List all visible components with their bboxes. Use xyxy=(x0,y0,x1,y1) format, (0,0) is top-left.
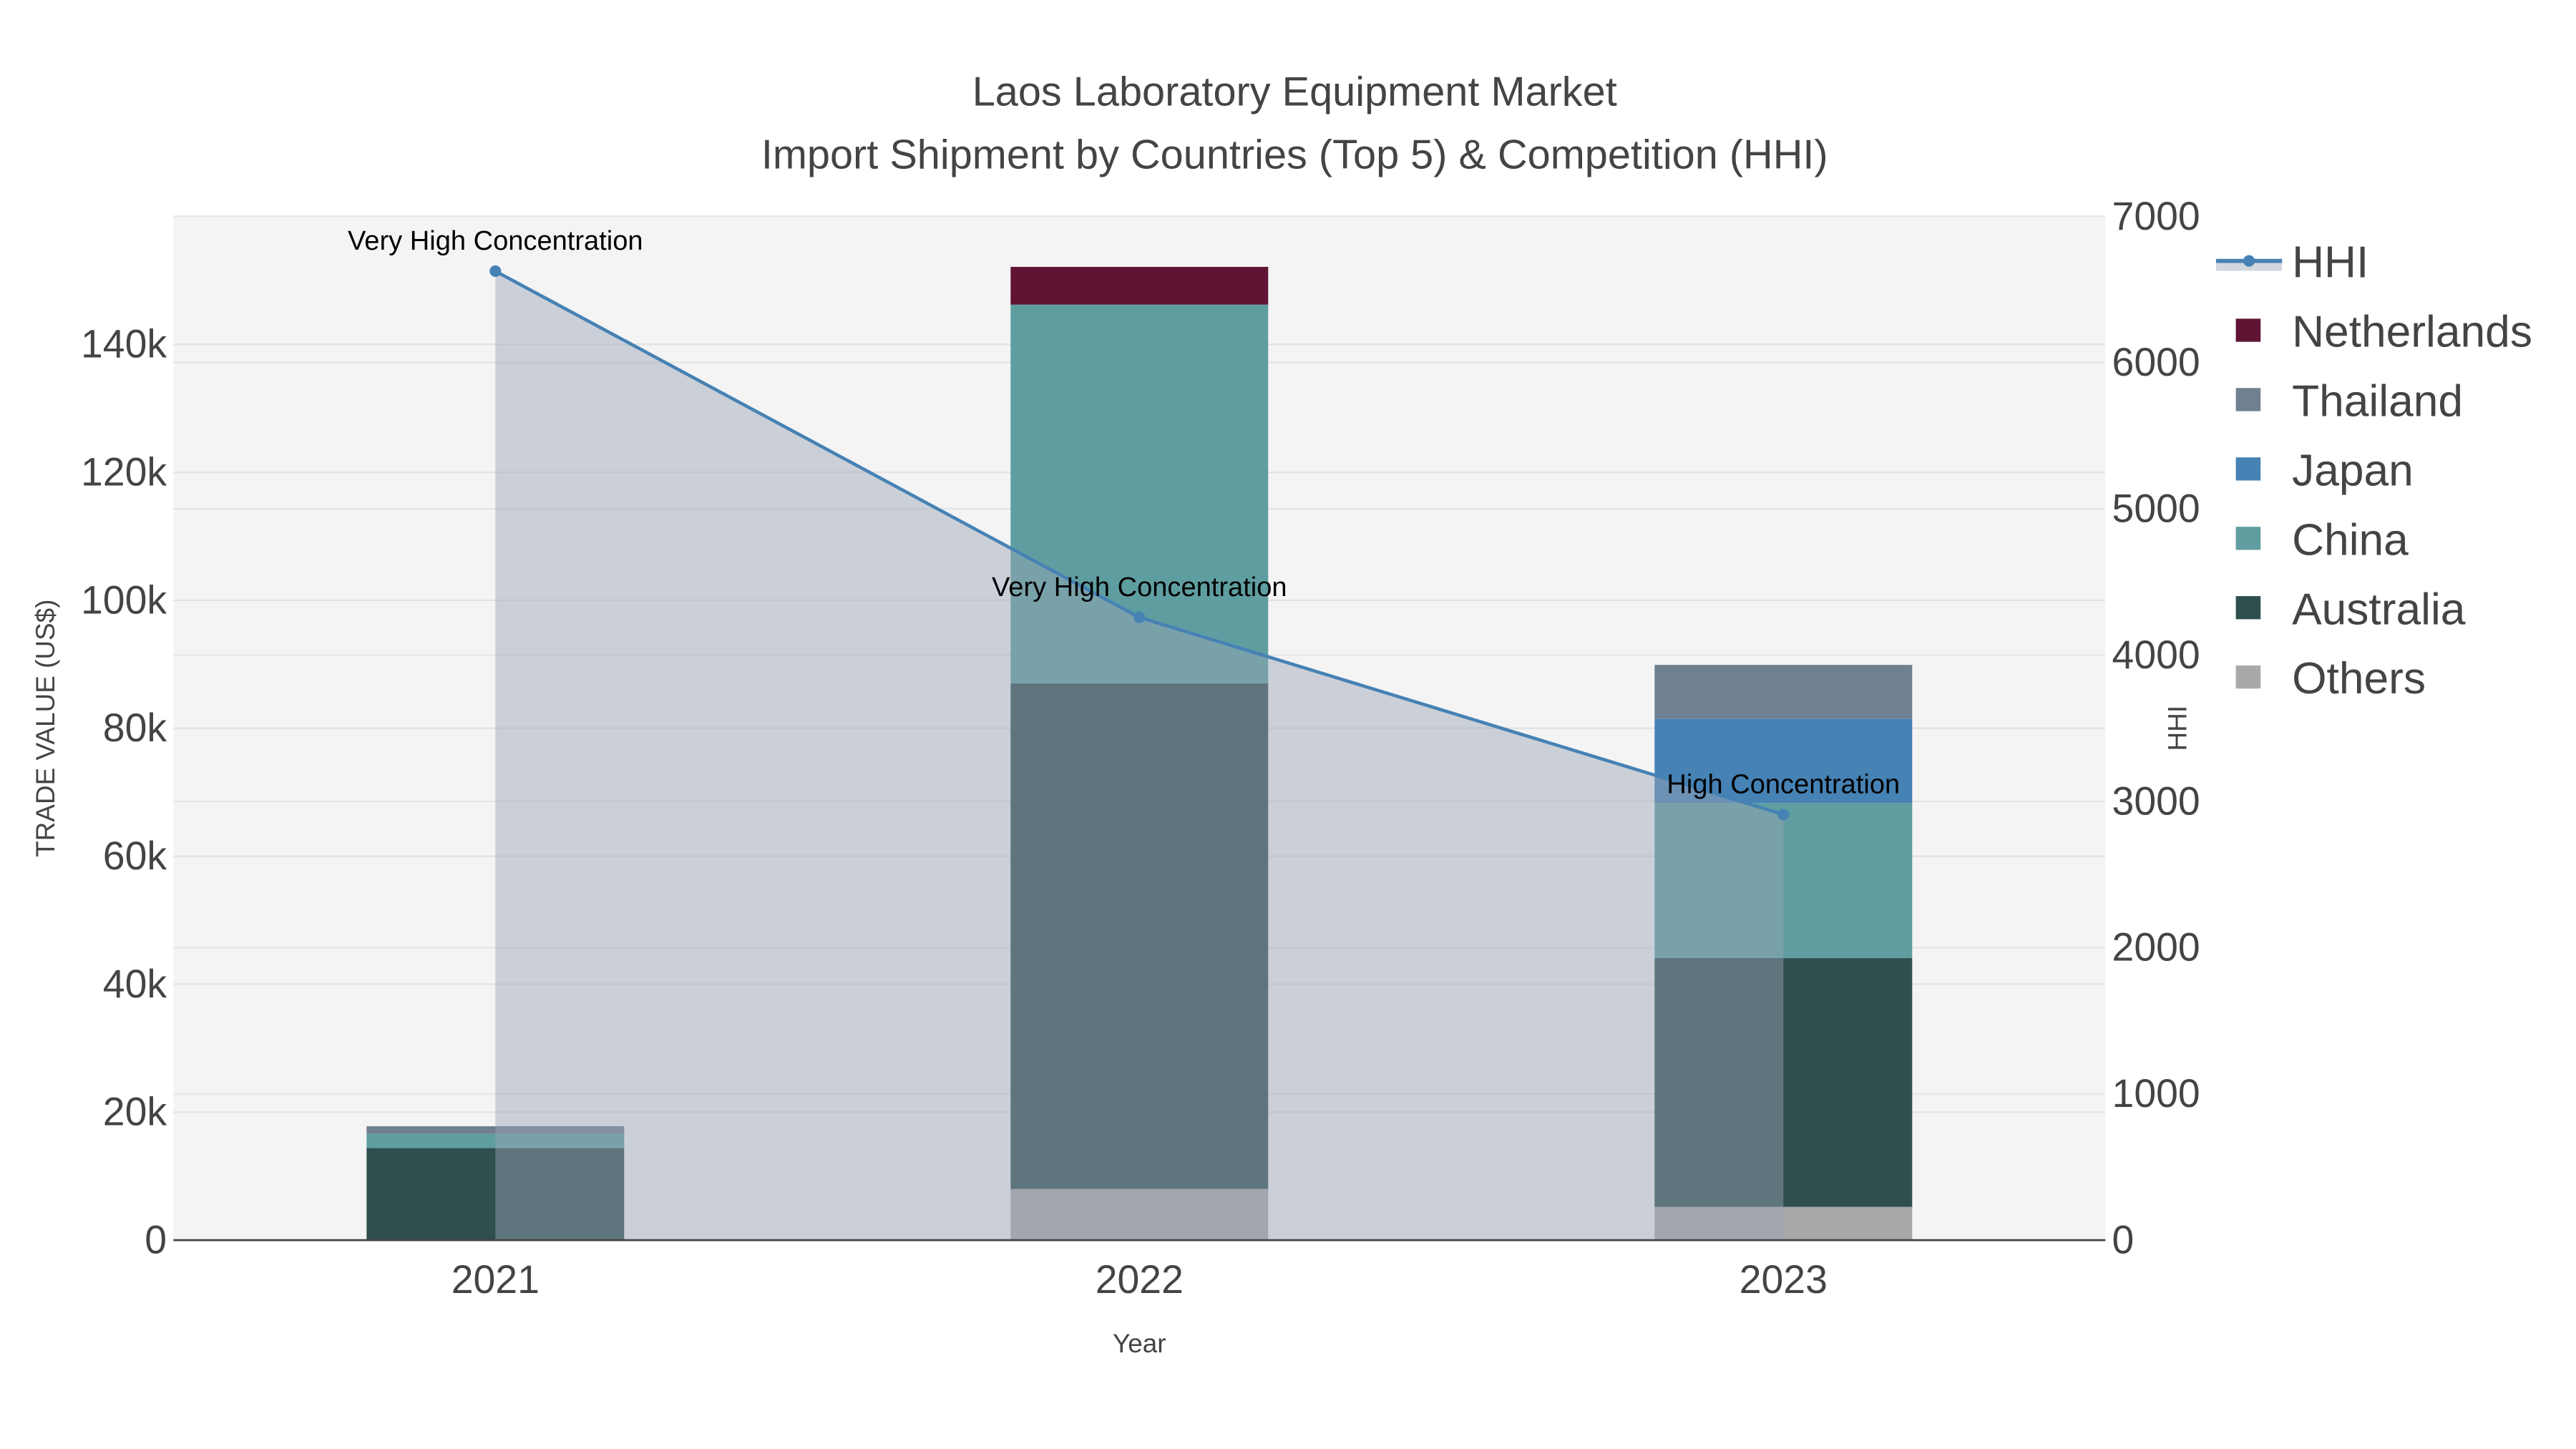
y2-tick-label: 1000 xyxy=(2112,1071,2200,1116)
chart: Very High Concentration Very High Concent… xyxy=(31,69,2532,1358)
legend-label-china: China xyxy=(2292,515,2409,565)
legend-label-others: Others xyxy=(2292,654,2426,703)
y-axis-ticks: 0 20k 40k 60k 80k 100k 120k 140k xyxy=(81,322,167,1262)
x-tick-label: 2023 xyxy=(1740,1257,1828,1302)
y-tick-label: 0 xyxy=(145,1218,167,1262)
hhi-annotation: High Concentration xyxy=(1667,769,1900,799)
hhi-point xyxy=(1133,611,1146,623)
legend-swatch-australia xyxy=(2235,596,2261,620)
legend-label-netherlands: Netherlands xyxy=(2292,308,2532,357)
y2-tick-label: 3000 xyxy=(2112,779,2200,823)
hhi-annotation: Very High Concentration xyxy=(348,226,643,256)
y2-tick-label: 7000 xyxy=(2112,194,2200,238)
legend-swatch-china xyxy=(2235,527,2261,550)
x-axis-label: Year xyxy=(1113,1329,1166,1358)
hhi-point xyxy=(489,265,502,278)
hhi-point xyxy=(1777,809,1790,821)
hhi-annotation: Very High Concentration xyxy=(992,572,1287,602)
chart-title-line2: Import Shipment by Countries (Top 5) & C… xyxy=(761,132,1828,177)
legend-label-thailand: Thailand xyxy=(2292,377,2463,426)
x-tick-label: 2022 xyxy=(1096,1257,1184,1302)
y-axis-label: TRADE VALUE (US$) xyxy=(31,600,60,857)
chart-title-line1: Laos Laboratory Equipment Market xyxy=(972,69,1617,115)
bar-thailand xyxy=(1654,665,1913,719)
legend-label-japan: Japan xyxy=(2292,446,2414,495)
y2-tick-label: 6000 xyxy=(2112,340,2200,384)
y-tick-label: 120k xyxy=(81,449,167,494)
legend-label-australia: Australia xyxy=(2292,585,2466,634)
legend-swatch-netherlands xyxy=(2235,318,2261,342)
y2-tick-label: 4000 xyxy=(2112,633,2200,677)
legend-hhi-swatch-marker xyxy=(2243,255,2255,267)
legend: HHI Netherlands Thailand Japan China Australi… xyxy=(2215,238,2532,703)
y-tick-label: 40k xyxy=(103,962,167,1006)
y2-tick-label: 0 xyxy=(2112,1218,2135,1262)
legend-swatch-others xyxy=(2235,665,2261,689)
y-tick-label: 20k xyxy=(103,1090,167,1134)
y-tick-label: 100k xyxy=(81,577,167,622)
x-axis-ticks: 2021 2022 2023 xyxy=(452,1257,1828,1302)
y-tick-label: 60k xyxy=(103,834,167,878)
y-tick-label: 80k xyxy=(103,706,167,750)
legend-label-hhi: HHI xyxy=(2292,238,2368,288)
x-tick-label: 2021 xyxy=(452,1257,540,1302)
bar-netherlands xyxy=(1010,266,1269,305)
y2-tick-label: 2000 xyxy=(2112,925,2200,970)
legend-swatch-thailand xyxy=(2235,388,2261,411)
legend-swatch-japan xyxy=(2235,457,2261,481)
y2-axis-label: HHI xyxy=(2162,706,2192,751)
y-tick-label: 140k xyxy=(81,322,167,366)
y2-tick-label: 5000 xyxy=(2112,487,2200,531)
